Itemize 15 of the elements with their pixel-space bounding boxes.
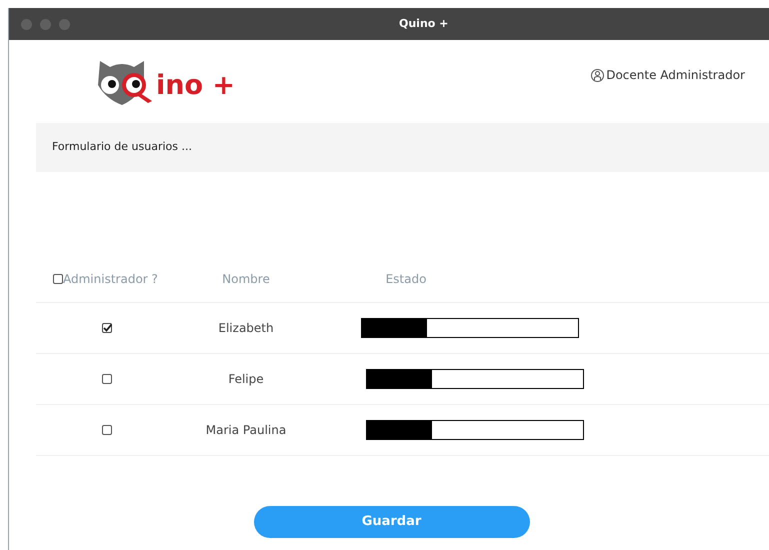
table-cell-text: Maria Paulina <box>206 422 286 439</box>
column-header: Nombre <box>222 271 270 288</box>
checkbox[interactable] <box>102 374 112 384</box>
checkbox[interactable] <box>53 274 63 284</box>
window-title: Quino + <box>399 16 448 32</box>
column-header: Estado <box>386 271 426 288</box>
table-cell-text: Elizabeth <box>218 320 274 337</box>
user-name[interactable]: Docente Administrador <box>606 66 745 84</box>
table-cell-text: Felipe <box>228 371 264 388</box>
user-icon <box>591 68 604 82</box>
column-header: Administrador ? <box>63 271 158 288</box>
banner-text: Formulario de usuarios ... <box>52 139 192 156</box>
checkbox[interactable] <box>102 323 112 333</box>
logo-text: ino + <box>156 72 236 99</box>
checkbox[interactable] <box>102 425 112 435</box>
